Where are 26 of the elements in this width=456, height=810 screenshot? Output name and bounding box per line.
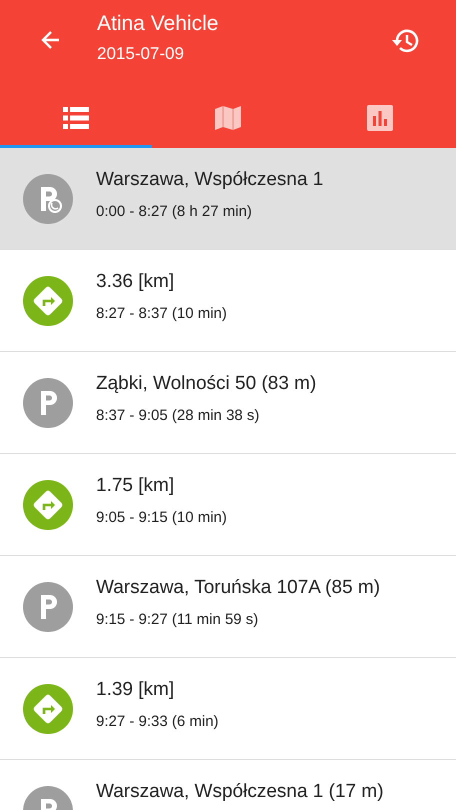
- entry-title: Warszawa, Współczesna 1 (17 m): [96, 780, 384, 804]
- entry-time: 9:27 - 9:33 (6 min): [96, 712, 219, 732]
- entry-title: Warszawa, Współczesna 1: [96, 168, 324, 192]
- map-icon: [215, 104, 241, 130]
- parking-icon: [23, 582, 73, 632]
- entry-title: Warszawa, Toruńska 107A (85 m): [96, 576, 380, 600]
- entry-title: 1.75 [km]: [96, 474, 176, 498]
- bar-chart-icon: [367, 104, 393, 130]
- route-turn-icon: [23, 684, 73, 734]
- entry-title: 1.39 [km]: [96, 678, 176, 702]
- date-subtitle: 2015-07-09: [97, 43, 184, 65]
- route-turn-icon: [23, 480, 73, 530]
- route-turn-icon: [23, 276, 73, 326]
- parking-icon: [23, 378, 73, 428]
- entry-time: 8:27 - 8:37 (10 min): [96, 304, 227, 324]
- entry-time: 9:05 - 9:15 (10 min): [96, 508, 227, 528]
- trip-entry[interactable]: Warszawa, Współczesna 1 0:00 - 8:27 (8 h 27 min): [0, 148, 456, 250]
- history-icon: [389, 27, 419, 55]
- entry-time: 0:00 - 8:27 (8 h 27 min): [96, 202, 253, 222]
- entry-time: 8:37 - 9:05 (28 min 38 s): [96, 406, 260, 426]
- list-icon: [63, 106, 89, 128]
- entry-title: Ząbki, Wolności 50 (83 m): [96, 372, 316, 396]
- entry-title: 3.36 [km]: [96, 270, 176, 294]
- entry-time: 9:15 - 9:27 (11 min 59 s): [96, 610, 260, 630]
- parking-icon: [23, 174, 73, 224]
- vehicle-title: Atina Vehicle: [97, 11, 220, 37]
